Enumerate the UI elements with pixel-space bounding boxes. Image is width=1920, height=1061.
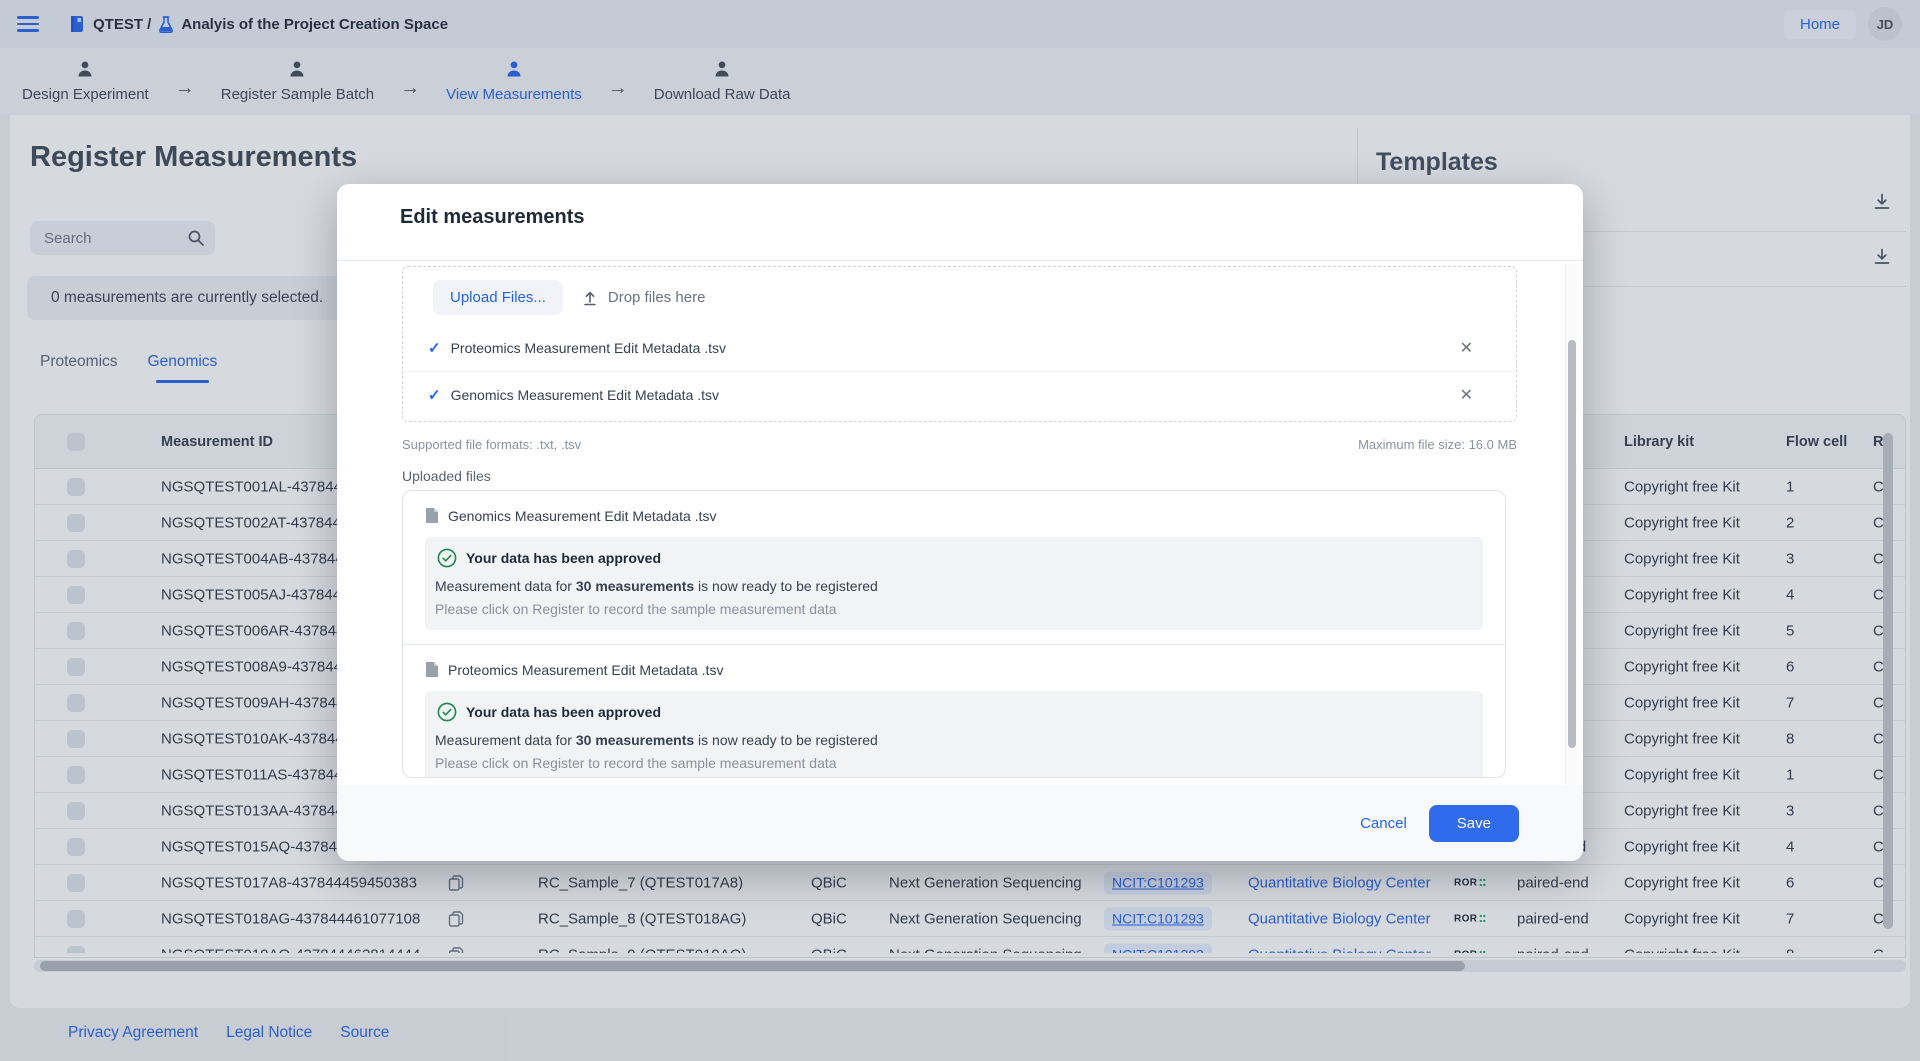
dialog-title: Edit measurements [400, 206, 585, 229]
max-size-hint: Maximum file size: 16.0 MB [1358, 437, 1517, 452]
approval-note: Please click on Register to record the s… [435, 601, 1469, 617]
success-check-icon [437, 548, 457, 568]
success-check-icon [437, 702, 457, 722]
check-icon: ✓ [428, 339, 441, 357]
approval-line: Measurement data for 30 measurements is … [435, 578, 1469, 594]
edit-measurements-dialog: Edit measurements Upload Files... Drop f… [337, 184, 1583, 861]
staged-file-name: Proteomics Measurement Edit Metadata .ts… [451, 340, 726, 356]
document-icon [425, 661, 439, 678]
file-dropzone[interactable]: Upload Files... Drop files here ✓ Proteo… [402, 266, 1517, 422]
dialog-footer: Cancel Save [337, 785, 1583, 861]
uploaded-file-name-row: Genomics Measurement Edit Metadata .tsv [425, 507, 1483, 524]
upload-files-button[interactable]: Upload Files... [433, 280, 563, 315]
approval-title: Your data has been approved [466, 704, 661, 720]
uploaded-file-name: Genomics Measurement Edit Metadata .tsv [448, 508, 716, 524]
uploaded-file-name: Proteomics Measurement Edit Metadata .ts… [448, 662, 723, 678]
uploaded-file: Proteomics Measurement Edit Metadata .ts… [403, 644, 1505, 778]
cancel-button[interactable]: Cancel [1360, 815, 1407, 832]
app-root: QTEST / Analyis of the Project Creation … [0, 0, 1920, 1061]
dialog-scrollbar-track [1565, 264, 1577, 824]
uploaded-files-label: Uploaded files [402, 468, 491, 484]
upload-hints: Supported file formats: .txt, .tsv Maxim… [402, 437, 1517, 452]
staged-file-row: ✓ Proteomics Measurement Edit Metadata .… [404, 325, 1515, 371]
uploaded-files-card: Genomics Measurement Edit Metadata .tsv … [402, 490, 1506, 778]
check-icon: ✓ [428, 386, 441, 404]
approval-line: Measurement data for 30 measurements is … [435, 732, 1469, 748]
approval-title-row: Your data has been approved [437, 548, 1469, 568]
upload-controls: Upload Files... Drop files here [403, 267, 1516, 325]
document-icon [425, 507, 439, 524]
drop-hint: Drop files here [581, 289, 706, 307]
approval-box: Your data has been approved Measurement … [425, 691, 1483, 778]
upload-icon [581, 289, 599, 307]
remove-file-icon[interactable]: ✕ [1460, 338, 1473, 358]
approval-note: Please click on Register to record the s… [435, 755, 1469, 771]
staged-file-name: Genomics Measurement Edit Metadata .tsv [451, 387, 719, 403]
approval-title: Your data has been approved [466, 550, 661, 566]
dialog-scrollbar[interactable] [1568, 340, 1576, 748]
staged-file-row: ✓ Genomics Measurement Edit Metadata .ts… [404, 371, 1515, 417]
formats-hint: Supported file formats: .txt, .tsv [402, 437, 581, 452]
approval-title-row: Your data has been approved [437, 702, 1469, 722]
dialog-divider [337, 260, 1583, 261]
remove-file-icon[interactable]: ✕ [1460, 385, 1473, 405]
approval-box: Your data has been approved Measurement … [425, 537, 1483, 630]
save-button[interactable]: Save [1429, 805, 1519, 842]
uploaded-file-name-row: Proteomics Measurement Edit Metadata .ts… [425, 661, 1483, 678]
uploaded-file: Genomics Measurement Edit Metadata .tsv … [403, 491, 1505, 644]
